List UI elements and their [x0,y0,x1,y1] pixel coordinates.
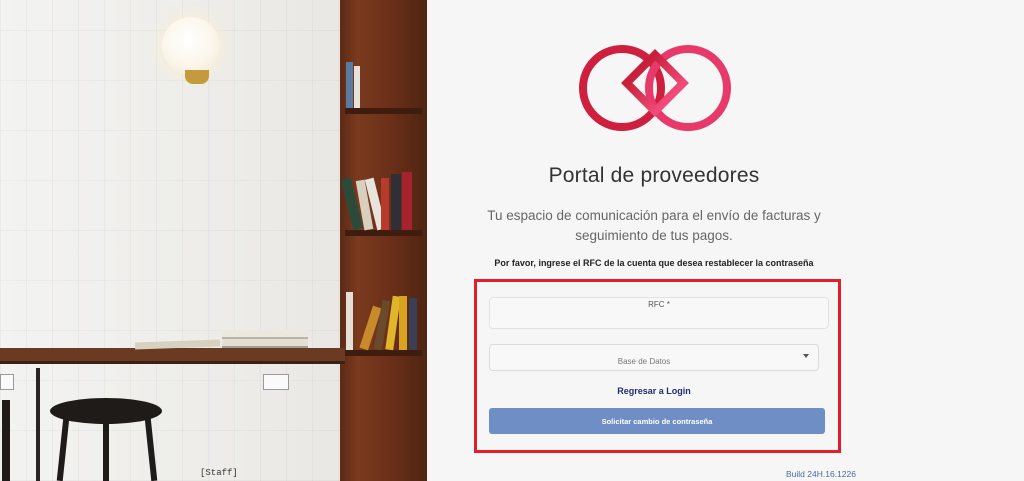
book-stack [222,339,308,348]
power-outlet [263,374,289,390]
chevron-down-icon [803,354,809,358]
book [346,292,353,350]
book [402,172,412,230]
book [409,298,417,350]
book [399,296,407,350]
rfc-input[interactable] [496,310,822,328]
database-select-value: Base de Datos [617,357,671,366]
desk-top [0,348,345,362]
book [391,174,401,230]
form-instruction: Por favor, ingrese el RFC de la cuenta q… [494,258,814,268]
request-password-change-button[interactable]: Solicitar cambio de contraseña [489,408,825,434]
book-stack [222,330,308,339]
shelf-board [345,350,422,356]
interlocking-rings-logo-icon [579,45,731,131]
book [381,178,389,230]
staff-label: [Staff] [200,468,238,478]
book [354,66,360,108]
rfc-field[interactable]: RFC * [489,297,829,329]
desk-edge [0,361,345,364]
shelf-board [345,108,422,114]
page-title: Portal de proveedores [548,164,760,187]
power-outlet [0,374,14,390]
stool-leg [103,420,109,481]
book [346,62,353,108]
stool-leg [2,400,10,481]
back-to-login-link[interactable]: Regresar a Login [489,386,819,396]
database-select[interactable]: Base de Datos [489,344,819,371]
lamp-globe [162,17,220,75]
rfc-label: RFC * [648,300,670,309]
lamp-base [185,70,209,84]
background-photo: [Staff] [0,0,427,481]
shelf-board [345,230,422,236]
build-version: Build 24H.16.1226 [786,469,856,479]
chair-frame [36,368,40,481]
stool-leg [144,417,158,481]
stool-leg [56,417,70,481]
page-subtitle: Tu espacio de comunicación para el envío… [487,208,821,243]
